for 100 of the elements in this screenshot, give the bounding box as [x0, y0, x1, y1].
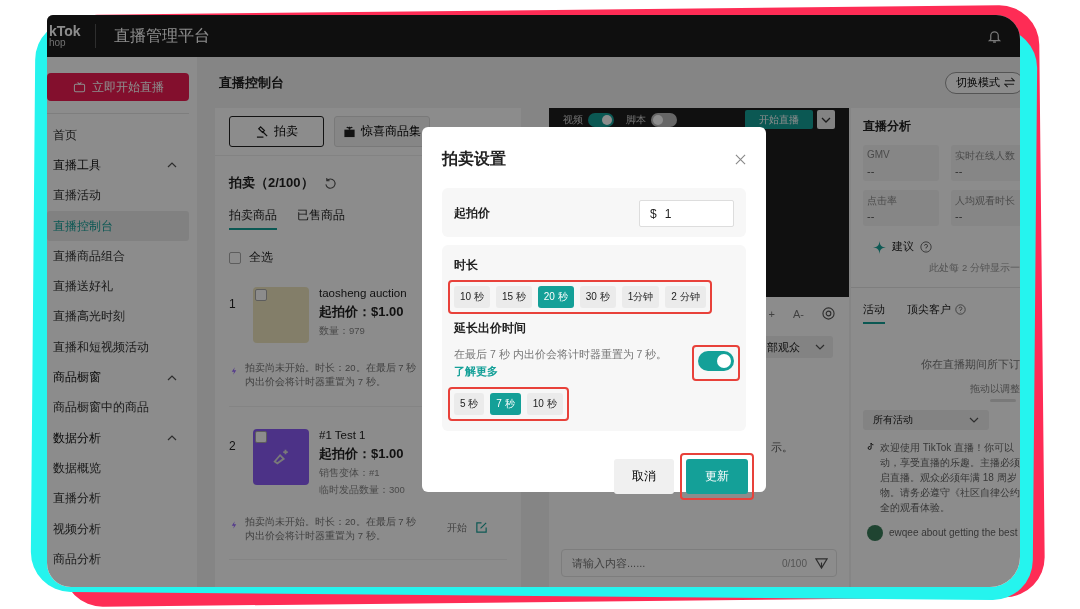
dropdown-button[interactable]	[817, 110, 835, 129]
sidebar-item[interactable]: 直播工具	[47, 150, 189, 181]
tool-tab[interactable]: 拍卖	[229, 116, 324, 147]
activity-message: 全的观看体验。	[880, 501, 951, 515]
edit-icon[interactable]	[475, 520, 488, 534]
metric-value: --	[955, 210, 964, 222]
list-tab[interactable]: 拍卖商品	[229, 208, 277, 230]
sidebar-item[interactable]: 直播送好礼	[47, 271, 189, 302]
activity-message: 欢迎使用 TikTok 直播！你可以	[880, 441, 1016, 455]
duration-option[interactable]: 10 秒	[454, 286, 490, 308]
activity-tab[interactable]: 活动	[863, 302, 885, 324]
duration-option[interactable]: 30 秒	[579, 286, 616, 308]
activity-message: ewqee about getting the best	[889, 526, 1018, 540]
metric-value: --	[867, 165, 876, 177]
duration-option[interactable]: 20 秒	[537, 286, 574, 308]
sidebar-item[interactable]: 数据分析	[47, 422, 189, 454]
gift-icon	[343, 125, 356, 138]
chevron-icon	[821, 116, 831, 123]
sidebar-item[interactable]: 直播和短视频活动	[47, 332, 189, 363]
font-size-button[interactable]: +	[768, 307, 775, 320]
extension-option[interactable]: 10 秒	[526, 393, 563, 415]
item-status-note: 拍卖尚未开始。时长：20。在最后 7 秒内出价会将计时器重置为 7 秒。	[245, 514, 418, 543]
tool-tab[interactable]: 惊喜商品集	[334, 116, 430, 147]
item-index: 2	[229, 437, 237, 453]
checkbox[interactable]	[255, 430, 267, 443]
start-link[interactable]: 开始	[447, 520, 467, 535]
chevron-icon	[167, 374, 177, 381]
help-icon	[955, 304, 966, 315]
extension-option[interactable]: 7 秒	[490, 393, 521, 415]
duration-option[interactable]: 15 秒	[495, 286, 532, 308]
send-icon[interactable]	[815, 556, 828, 570]
item-index: 1	[229, 296, 237, 311]
toggle-label: 视频	[563, 112, 583, 127]
metric-label: GMV	[867, 149, 891, 160]
bell-icon[interactable]	[987, 28, 1002, 44]
metric-value: --	[867, 210, 876, 222]
price-input[interactable]: $ 1	[639, 200, 734, 227]
activity-message: 动，享受直播的乐趣。主播必须	[880, 456, 1020, 470]
hint-text: 示。	[771, 440, 794, 455]
toggle-switch[interactable]	[698, 351, 734, 371]
activity-tab[interactable]: 顶尖客户	[907, 302, 966, 324]
sidebar-item[interactable]: 直播商品组合	[47, 241, 189, 272]
toggle-switch[interactable]	[588, 112, 614, 127]
chevron-icon	[167, 435, 177, 442]
sidebar-item[interactable]: 直播分析	[47, 483, 189, 514]
sidebar-item[interactable]: 商品橱窗中的商品	[47, 392, 189, 423]
platform-title: 直播管理平台	[113, 25, 211, 46]
item-title: taosheng auction	[319, 287, 407, 299]
empty-state-text: 你在直播期间所下订	[921, 358, 1020, 372]
item-start-price: 起拍价：$1.00	[319, 303, 405, 321]
avatar	[867, 525, 883, 541]
refresh-icon[interactable]	[323, 176, 337, 190]
sidebar-item[interactable]: 首页	[47, 120, 189, 151]
logo-subtext: hop	[49, 38, 67, 48]
item-start-price: 起拍价：$1.00	[319, 444, 405, 463]
chevron-icon	[815, 344, 825, 350]
sidebar-item[interactable]: 直播活动	[47, 180, 189, 211]
cancel-button[interactable]: 取消	[614, 459, 674, 494]
sidebar-item[interactable]: 商品橱窗	[47, 362, 189, 393]
sidebar-item[interactable]: 直播高光时刻	[47, 301, 189, 333]
drag-hint: 拖动以调整	[970, 382, 1020, 396]
page-title: 直播控制台	[219, 73, 284, 92]
switch-mode-button[interactable]: 切换模式	[945, 71, 1020, 94]
auction-count-heading: 拍卖（2/100）	[229, 174, 314, 192]
close-icon[interactable]	[735, 154, 746, 165]
field-label: 时长	[454, 257, 479, 274]
checkbox-label: 全选	[249, 250, 273, 265]
duration-option[interactable]: 2 分钟	[665, 286, 706, 308]
duration-option[interactable]: 1分钟	[621, 286, 660, 308]
field-label: 延长出价时间	[454, 320, 527, 337]
sidebar-item[interactable]: 商品分析	[47, 544, 189, 575]
activity-filter-dropdown[interactable]: 所有活动	[863, 410, 989, 430]
chevron-icon	[167, 162, 177, 169]
update-button[interactable]: 更新	[686, 459, 748, 494]
gavel-icon	[255, 125, 269, 138]
start-live-button[interactable]: 立即开始直播	[47, 73, 189, 101]
learn-more-link[interactable]: 了解更多	[454, 363, 668, 379]
toggle-switch[interactable]	[651, 112, 677, 127]
sidebar-item[interactable]: 数据概览	[47, 453, 189, 484]
sidebar-item[interactable]: 视频分析	[47, 513, 189, 545]
font-size-button[interactable]: A-	[793, 307, 804, 320]
tv-icon	[72, 80, 86, 94]
comment-input[interactable]: 请输入内容......	[570, 556, 774, 570]
toggle-label: 脚本	[626, 112, 646, 127]
help-icon[interactable]	[920, 241, 932, 253]
music-note-icon	[867, 440, 874, 453]
target-icon[interactable]	[822, 307, 835, 320]
bolt-icon	[231, 520, 237, 529]
price-value: 1	[664, 206, 672, 221]
activity-message: 物。请务必遵守《社区自律公约	[880, 486, 1020, 500]
extension-option[interactable]: 5 秒	[454, 393, 485, 415]
list-tab[interactable]: 已售商品	[297, 208, 345, 230]
checkbox[interactable]	[255, 289, 267, 301]
chevron-icon	[969, 417, 979, 423]
logo-text: kTok	[49, 24, 81, 38]
dialog-title: 拍卖设置	[442, 149, 506, 169]
suggestion-label: 建议	[892, 240, 914, 254]
checkbox[interactable]	[229, 251, 241, 264]
extend-description: 在最后 7 秒 内出价会将计时器重置为 7 秒。	[454, 347, 668, 362]
currency-symbol: $	[650, 206, 657, 221]
